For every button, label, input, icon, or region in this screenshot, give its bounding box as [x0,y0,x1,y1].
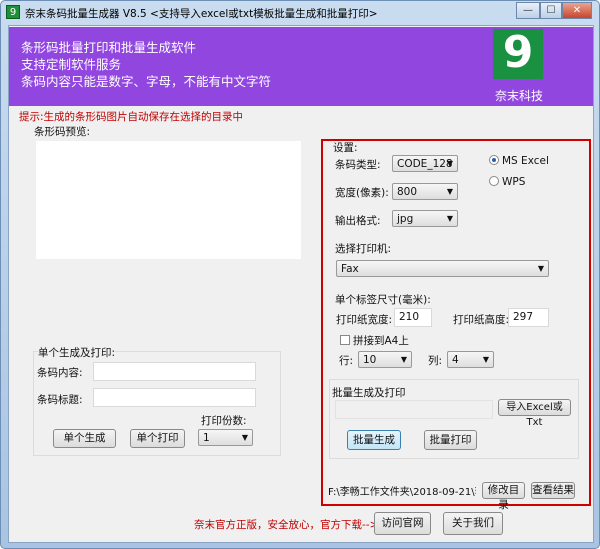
output-path: F:\李畅工作文件夹\2018-09-21\李 [328,487,476,498]
change-directory-button[interactable]: 修改目录 [482,482,525,511]
batch-file-field[interactable] [335,400,493,419]
title-label: 条码标题: [37,394,83,406]
printer-value: Fax [341,263,359,275]
copies-select[interactable]: 1 ▼ [198,429,253,446]
checkbox-icon [340,335,350,345]
radio-ms-excel[interactable]: MS Excel [489,155,549,167]
footer-notice: 奈末官方正版，安全放心，官方下载--> [194,519,379,531]
batch-print-button[interactable]: 批量打印 [424,430,477,450]
label-size-label: 单个标签尺寸(毫米): [335,294,431,306]
copies-label: 打印份数: [201,415,247,427]
radio-selected-icon [489,155,499,165]
rows-label: 行: [339,355,354,367]
radio-wps[interactable]: WPS [489,176,525,188]
preview-label: 条形码预览: [34,126,91,138]
barcode-type-value: CODE_128 [397,158,453,170]
rows-value: 10 [363,354,377,366]
barcode-content-input[interactable] [93,362,256,381]
copies-value: 1 [203,432,210,444]
dropdown-arrow-icon: ▼ [446,214,453,223]
banner: 条形码批量打印和批量生成软件 支持定制软件服务 条码内容只能是数字、字母，不能有… [9,27,593,106]
dropdown-arrow-icon: ▼ [241,433,248,442]
barcode-title-input[interactable] [93,388,256,407]
paper-width-input[interactable]: 210 [394,308,432,327]
radio-ms-excel-label: MS Excel [502,155,549,167]
cols-label: 列: [428,355,443,367]
close-button[interactable]: ✕ [562,2,592,19]
format-label: 输出格式: [335,215,381,227]
single-print-button[interactable]: 单个打印 [130,429,185,448]
import-excel-txt-button[interactable]: 导入Excel或Txt [498,399,571,428]
view-results-button[interactable]: 查看结果 [531,482,575,499]
paper-width-label: 打印纸宽度: [336,314,393,326]
hint-text: 提示:生成的条形码图片自动保存在选择的目录中 [19,111,244,123]
rows-select[interactable]: 10 ▼ [358,351,412,368]
format-select[interactable]: jpg ▼ [392,210,458,227]
single-generate-button[interactable]: 单个生成 [53,429,116,448]
barcode-type-select[interactable]: CODE_128 ▼ [392,155,458,172]
company-logo: 9 [493,29,543,79]
radio-wps-label: WPS [502,176,526,188]
barcode-preview [36,141,301,259]
batch-label: 批量生成及打印 [332,387,406,399]
barcode-type-label: 条码类型: [335,159,381,171]
title-bar: 9 奈末条码批量生成器 V8.5 <支持导入excel或txt模板批量生成和批量… [1,1,600,23]
dropdown-arrow-icon: ▼ [400,355,407,364]
app-icon: 9 [6,5,20,19]
radio-unselected-icon [489,176,499,186]
visit-website-button[interactable]: 访问官网 [374,512,431,535]
dropdown-arrow-icon: ▼ [446,187,453,196]
cols-select[interactable]: 4 ▼ [447,351,494,368]
paper-height-input[interactable]: 297 [508,308,549,327]
width-label: 宽度(像素): [335,187,389,199]
batch-generate-button[interactable]: 批量生成 [347,430,401,450]
dropdown-arrow-icon: ▼ [482,355,489,364]
dropdown-arrow-icon: ▼ [446,159,453,168]
paper-height-label: 打印纸高度: [453,314,510,326]
content-label: 条码内容: [37,367,83,379]
dropdown-arrow-icon: ▼ [537,264,544,273]
format-value: jpg [397,213,414,225]
banner-line: 条码内容只能是数字、字母，不能有中文字符 [21,74,272,89]
width-select[interactable]: 800 ▼ [392,183,458,200]
a4-checkbox[interactable]: 拼接到A4上 [340,333,409,348]
printer-select[interactable]: Fax ▼ [336,260,549,277]
window-title: 奈末条码批量生成器 V8.5 <支持导入excel或txt模板批量生成和批量打印… [25,8,378,20]
minimize-button[interactable]: — [516,2,540,19]
a4-checkbox-label: 拼接到A4上 [353,335,409,347]
cols-value: 4 [452,354,459,366]
maximize-button[interactable]: ☐ [540,2,562,19]
printer-label: 选择打印机: [335,243,392,255]
single-group-label: 单个生成及打印: [38,345,116,360]
company-name: 奈末科技 [494,89,543,103]
width-value: 800 [397,186,418,198]
about-us-button[interactable]: 关于我们 [443,512,503,535]
settings-label: 设置: [333,142,358,154]
app-window: 9 奈末条码批量生成器 V8.5 <支持导入excel或txt模板批量生成和批量… [0,0,600,549]
